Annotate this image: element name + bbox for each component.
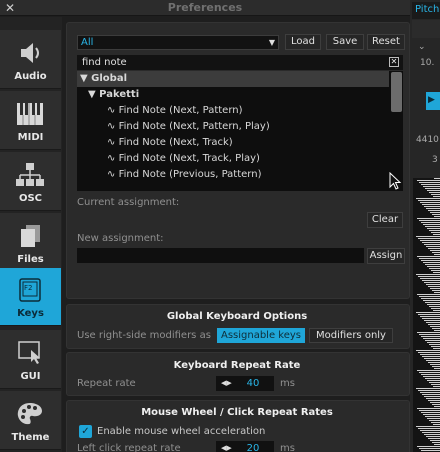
modifiers-label: Use right-side modifiers as (77, 330, 211, 341)
key-binding-tree[interactable]: ▼ Global ▼ Paketti ∿ Find Note (Next, Pa… (77, 71, 403, 191)
sidebar-item-gui[interactable]: GUI (0, 330, 61, 389)
sidebar-item-keys[interactable]: F2 Keys (0, 268, 61, 326)
mouse-pointer-icon (389, 172, 402, 190)
section-title: Global Keyboard Options (166, 311, 308, 322)
tilde-icon: ∿ (107, 121, 119, 132)
sidebar-item-label: OSC (18, 193, 43, 204)
sidebar-item-label: Files (17, 254, 44, 265)
svg-text:F2: F2 (24, 284, 32, 292)
chevron-down-icon: ▼ (268, 38, 275, 47)
tree-item-label: Find Note (Previous, Pattern) (118, 169, 262, 180)
filter-value: All (81, 37, 94, 48)
tree-item-label: Find Note (Next, Track, Play) (118, 153, 260, 164)
tree-item-label: Find Note (Next, Track) (118, 137, 233, 148)
search-input[interactable]: find note ✕ (77, 55, 403, 70)
sidebar-item-label: Theme (11, 432, 50, 443)
left-click-repeat-stepper[interactable]: ◀▶ 20 (216, 441, 274, 452)
mouse-wheel-panel: Mouse Wheel / Click Repeat Rates ✓ Enabl… (66, 400, 410, 452)
clear-search-icon[interactable]: ✕ (389, 57, 399, 67)
search-value: find note (82, 57, 127, 68)
sidebar-item-label: Audio (14, 71, 47, 82)
speaker-icon (21, 43, 39, 63)
pitch-label: Pitch (412, 2, 440, 19)
mouse-wheel-acceleration-checkbox[interactable]: ✓ (79, 425, 92, 438)
assign-button[interactable]: Assign (367, 248, 405, 264)
tree-item[interactable]: ∿ Find Note (Next, Track) (77, 135, 389, 151)
background-panel (412, 20, 440, 38)
tree-item[interactable]: ∿ Find Note (Previous, Pattern) (77, 167, 389, 183)
clear-button[interactable]: Clear (367, 212, 403, 228)
background-value-3: 3 (432, 155, 438, 165)
filter-dropdown[interactable]: All ▼ (77, 35, 279, 50)
background-value-10: 10. (420, 58, 435, 68)
sidebar-item-midi[interactable]: MIDI (0, 91, 61, 150)
sidebar-item-label: GUI (20, 371, 41, 382)
piano-keys-icon (17, 103, 43, 125)
repeat-rate-value: 40 (246, 378, 260, 389)
play-icon: ▶ (428, 95, 435, 105)
title-bar: ✕ Preferences (0, 0, 410, 16)
sidebar-item-label: MIDI (17, 132, 44, 143)
new-assignment-field[interactable] (77, 248, 364, 263)
sidebar-item-label: Keys (17, 308, 44, 319)
tilde-icon: ∿ (107, 105, 119, 116)
tree-item[interactable]: ∿ Find Note (Next, Track, Play) (77, 151, 389, 167)
key-bindings-panel: All ▼ Load Save Reset find note ✕ ▼ Glob… (66, 22, 410, 299)
repeat-rate-label: Repeat rate (77, 378, 136, 389)
gui-pointer-icon (18, 341, 40, 364)
mouse-wheel-acceleration-label: Enable mouse wheel acceleration (97, 426, 266, 437)
section-title: Mouse Wheel / Click Repeat Rates (141, 407, 333, 418)
left-click-repeat-label: Left click repeat rate (77, 443, 181, 452)
tree-group-label: Global (91, 73, 128, 84)
tilde-icon: ∿ (107, 137, 119, 148)
unit-label: ms (280, 378, 295, 389)
background-value-4410: 4410 (416, 135, 439, 145)
expand-icon: ▼ (88, 89, 100, 100)
sidebar-item-audio[interactable]: Audio (0, 30, 61, 89)
save-button[interactable]: Save (326, 34, 364, 50)
palette-icon (17, 403, 42, 425)
keyboard-repeat-rate-panel: Keyboard Repeat Rate Repeat rate ◀▶ 40 m… (66, 352, 410, 396)
tree-item-label: Find Note (Next, Pattern) (118, 105, 243, 116)
sidebar: Audio MIDI OSC Files F2 Keys GUI Theme (0, 17, 62, 452)
files-icon (21, 225, 40, 247)
tree-scrollbar[interactable] (391, 72, 402, 112)
window-title: Preferences (167, 1, 243, 14)
unit-label: ms (280, 443, 295, 452)
option-assignable-keys[interactable]: Assignable keys (217, 328, 305, 343)
keyboard-key-icon: F2 (19, 278, 41, 302)
global-keyboard-options-panel: Global Keyboard Options Use right-side m… (66, 304, 410, 349)
tree-subgroup-label: Paketti (99, 89, 140, 100)
sidebar-item-osc[interactable]: OSC (0, 152, 61, 211)
tree-item[interactable]: ∿ Find Note (Next, Pattern, Play) (77, 119, 389, 135)
tree-item-label: Find Note (Next, Pattern, Play) (118, 121, 270, 132)
section-title: Keyboard Repeat Rate (173, 360, 301, 371)
current-assignment-label: Current assignment: (77, 197, 180, 208)
keys-preferences: All ▼ Load Save Reset find note ✕ ▼ Glob… (66, 22, 410, 452)
tree-subgroup-paketti[interactable]: ▼ Paketti (77, 87, 389, 103)
waveform-preview (413, 178, 440, 452)
network-icon (16, 163, 44, 186)
tilde-icon: ∿ (107, 169, 119, 180)
background-chevron-icon: ⌄ (418, 42, 426, 52)
sidebar-item-theme[interactable]: Theme (0, 391, 61, 450)
expand-icon: ▼ (80, 73, 92, 84)
load-button[interactable]: Load (285, 34, 321, 50)
option-modifiers-only[interactable]: Modifiers only (309, 328, 393, 343)
background-play-button[interactable]: ▶ (426, 92, 440, 110)
tree-group-global[interactable]: ▼ Global (77, 71, 389, 87)
stepper-arrows-icon: ◀▶ (221, 379, 232, 387)
new-assignment-label: New assignment: (77, 233, 164, 244)
sidebar-item-files[interactable]: Files (0, 213, 61, 272)
stepper-arrows-icon: ◀▶ (221, 444, 232, 452)
tree-item[interactable]: ∿ Find Note (Next, Pattern) (77, 103, 389, 119)
repeat-rate-stepper[interactable]: ◀▶ 40 (216, 376, 274, 391)
left-click-repeat-value: 20 (246, 443, 260, 452)
tilde-icon: ∿ (107, 153, 119, 164)
reset-button[interactable]: Reset (367, 34, 405, 50)
